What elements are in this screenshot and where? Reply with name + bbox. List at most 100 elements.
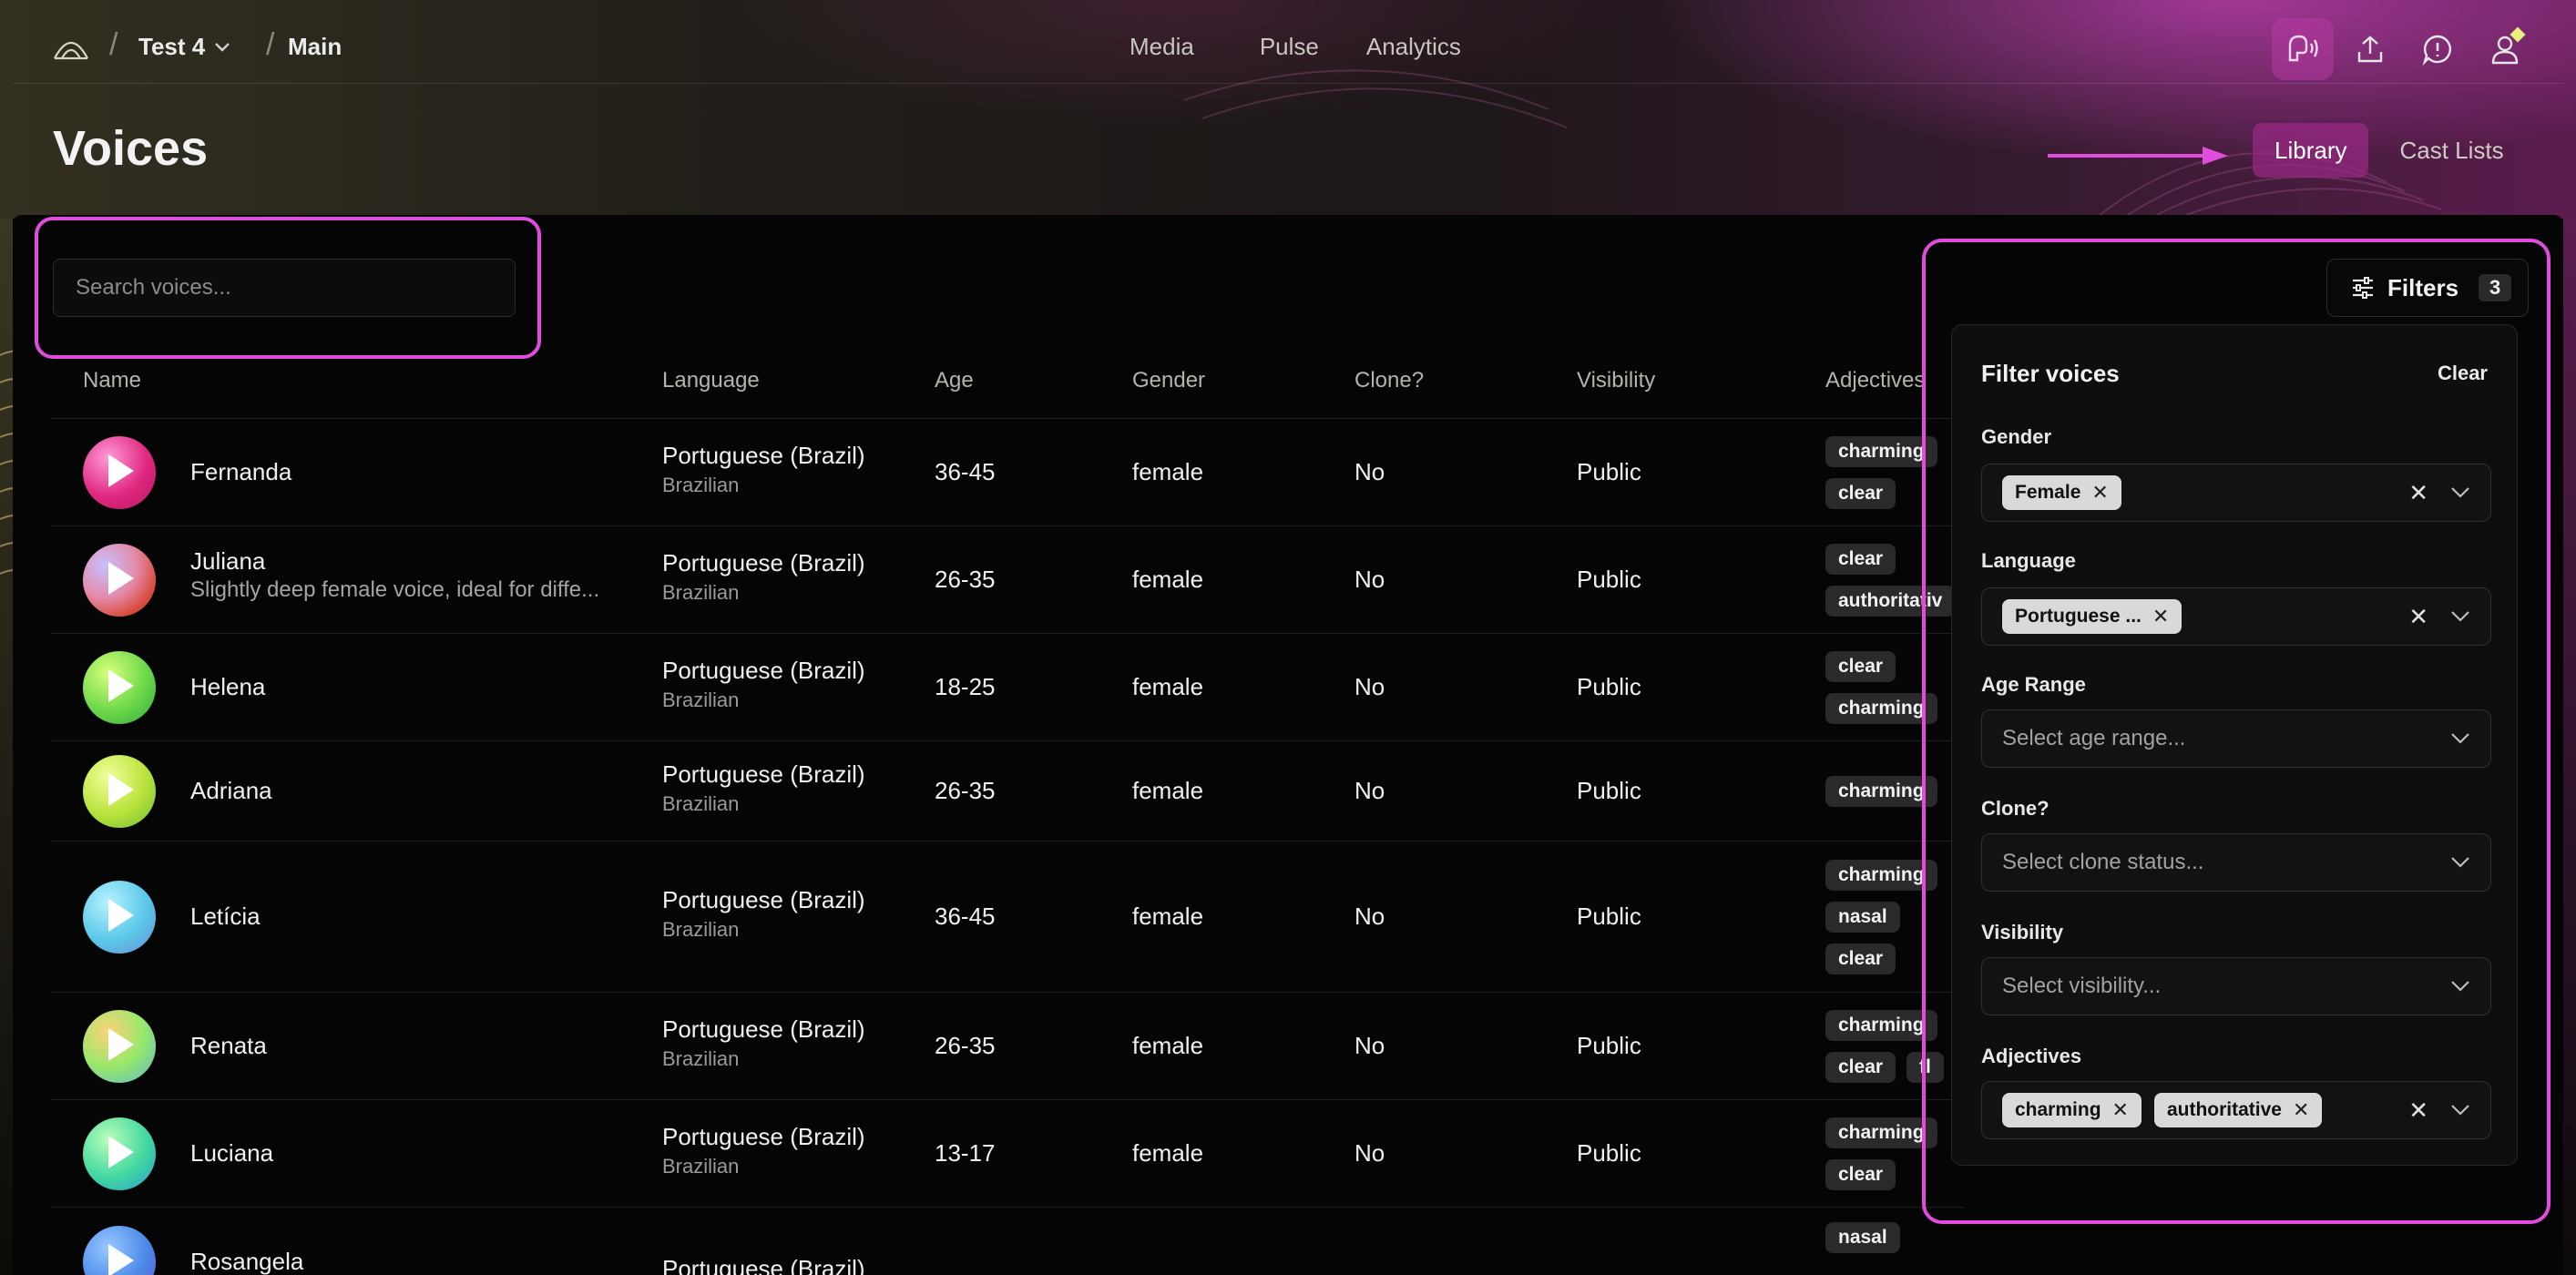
voice-clone: No: [1354, 1032, 1385, 1059]
column-header-age[interactable]: Age: [935, 362, 974, 399]
language-chip: Portuguese ... ✕: [2002, 599, 2182, 634]
voice-name-cell: Helena: [190, 673, 265, 701]
clear-filters-button[interactable]: Clear: [2438, 362, 2488, 385]
clear-selection-icon[interactable]: ✕: [2408, 1098, 2428, 1122]
table-row[interactable]: Fernanda Portuguese (Brazil) Brazilian 3…: [51, 419, 1964, 526]
remove-chip-icon[interactable]: ✕: [2152, 605, 2169, 628]
play-voice-button[interactable]: [83, 1226, 156, 1275]
adjectives-filter-select[interactable]: charming ✕ authoritative ✕ ✕: [1981, 1081, 2491, 1139]
nav-analytics[interactable]: Analytics: [1366, 33, 1461, 61]
voice-clone: No: [1354, 1139, 1385, 1167]
adjective-tag: clear: [1825, 944, 1896, 974]
age-range-placeholder: Select age range...: [2002, 726, 2186, 750]
play-voice-button[interactable]: [83, 1117, 156, 1190]
voice-name-cell: Luciana: [190, 1139, 273, 1168]
column-header-name[interactable]: Name: [83, 362, 141, 399]
voice-age: 26-35: [935, 777, 996, 804]
adjective-tags: clear charming: [1825, 651, 1937, 724]
voice-language: Portuguese (Brazil): [662, 1123, 865, 1150]
table-row[interactable]: Juliana Slightly deep female voice, idea…: [51, 526, 1964, 634]
breadcrumb-project-label: Test 4: [138, 33, 206, 60]
upload-icon[interactable]: [2339, 18, 2401, 80]
annotation-arrow: [2048, 147, 2228, 165]
remove-chip-icon[interactable]: ✕: [2112, 1098, 2129, 1122]
gender-chip-label: Female: [2015, 482, 2081, 503]
table-row[interactable]: Helena Portuguese (Brazil) Brazilian 18-…: [51, 634, 1964, 741]
play-voice-button[interactable]: [83, 1010, 156, 1083]
adjective-tags: charming clear: [1825, 1117, 1937, 1190]
nav-media[interactable]: Media: [1130, 33, 1194, 61]
play-voice-button[interactable]: [83, 651, 156, 724]
right-edge-background: [2563, 219, 2576, 1275]
language-cell: Portuguese (Brazil) Brazilian: [662, 442, 865, 497]
column-header-language[interactable]: Language: [662, 362, 760, 399]
filter-panel-title: Filter voices: [1981, 360, 2120, 387]
gender-filter-select[interactable]: Female ✕ ✕: [1981, 464, 2491, 522]
language-cell: Portuguese (Brazil) Brazilian: [662, 549, 865, 605]
table-row[interactable]: Renata Portuguese (Brazil) Brazilian 26-…: [51, 993, 1964, 1100]
clear-selection-icon[interactable]: ✕: [2408, 481, 2428, 505]
tab-cast-lists[interactable]: Cast Lists: [2377, 123, 2525, 178]
voice-name: Fernanda: [190, 458, 292, 485]
user-icon[interactable]: [2474, 18, 2536, 80]
remove-chip-icon[interactable]: ✕: [2091, 481, 2108, 505]
play-icon: [108, 1244, 134, 1275]
chevron-down-icon: [215, 42, 230, 52]
play-voice-button[interactable]: [83, 436, 156, 509]
clone-filter-label: Clone?: [1981, 797, 2050, 820]
visibility-filter-select[interactable]: Select visibility...: [1981, 957, 2491, 1015]
feedback-icon[interactable]: [2407, 18, 2469, 80]
adjective-tag: charming: [1825, 776, 1937, 807]
table-row[interactable]: Luciana Portuguese (Brazil) Brazilian 13…: [51, 1100, 1964, 1208]
voice-language: Portuguese (Brazil): [662, 1255, 865, 1275]
breadcrumb-page[interactable]: Main: [288, 33, 342, 61]
play-icon: [108, 669, 134, 702]
voice-language: Portuguese (Brazil): [662, 886, 865, 913]
remove-chip-icon[interactable]: ✕: [2293, 1098, 2309, 1122]
sliders-icon: [2353, 277, 2373, 299]
adjective-tags: nasal: [1825, 1222, 1900, 1253]
age-range-filter-label: Age Range: [1981, 673, 2086, 696]
voice-accent: Brazilian: [662, 1155, 740, 1178]
filter-panel: Filter voices Clear Gender Female ✕ ✕ La…: [1951, 324, 2518, 1166]
column-header-adjectives[interactable]: Adjectives: [1825, 362, 1925, 399]
filters-button[interactable]: Filters 3: [2326, 259, 2529, 317]
voice-name-cell: Letícia: [190, 903, 261, 931]
voice-name: Juliana: [190, 547, 266, 575]
play-voice-button[interactable]: [83, 755, 156, 828]
voice-gender: female: [1132, 903, 1204, 930]
column-header-visibility[interactable]: Visibility: [1577, 362, 1655, 399]
column-header-gender[interactable]: Gender: [1132, 362, 1205, 399]
language-filter-select[interactable]: Portuguese ... ✕ ✕: [1981, 587, 2491, 646]
voice-visibility: Public: [1577, 1032, 1641, 1059]
tab-library[interactable]: Library: [2253, 123, 2369, 178]
clone-filter-select[interactable]: Select clone status...: [1981, 833, 2491, 892]
voice-age: 36-45: [935, 458, 996, 485]
play-voice-button[interactable]: [83, 881, 156, 954]
chevron-down-icon: [2451, 857, 2469, 868]
gender-filter-label: Gender: [1981, 425, 2052, 448]
play-icon: [108, 773, 134, 806]
nav-pulse[interactable]: Pulse: [1260, 33, 1319, 61]
column-header-clone[interactable]: Clone?: [1354, 362, 1424, 399]
play-voice-button[interactable]: [83, 544, 156, 617]
brand-logo-icon[interactable]: [53, 35, 89, 64]
voice-accent: Brazilian: [662, 688, 740, 711]
age-range-filter-select[interactable]: Select age range...: [1981, 709, 2491, 768]
table-header: Name Language Age Gender Clone? Visibili…: [51, 362, 1964, 419]
breadcrumb-project[interactable]: Test 4: [138, 33, 230, 61]
table-row[interactable]: Adriana Portuguese (Brazil) Brazilian 26…: [51, 741, 1964, 842]
voice-clone: No: [1354, 458, 1385, 485]
search-input[interactable]: [53, 259, 516, 317]
language-cell: Portuguese (Brazil) Brazilian: [662, 657, 865, 712]
voice-name: Letícia: [190, 903, 261, 930]
voice-gender: female: [1132, 458, 1204, 485]
clear-selection-icon[interactable]: ✕: [2408, 605, 2428, 628]
play-icon: [108, 899, 134, 932]
table-row[interactable]: Rosangela Portuguese (Brazil) nasal: [51, 1208, 1964, 1275]
language-cell: Portuguese (Brazil) Brazilian: [662, 1123, 865, 1178]
voice-visibility: Public: [1577, 673, 1641, 700]
table-row[interactable]: Letícia Portuguese (Brazil) Brazilian 36…: [51, 842, 1964, 993]
voice-library-icon[interactable]: [2272, 18, 2334, 80]
language-chip-label: Portuguese ...: [2015, 606, 2142, 627]
